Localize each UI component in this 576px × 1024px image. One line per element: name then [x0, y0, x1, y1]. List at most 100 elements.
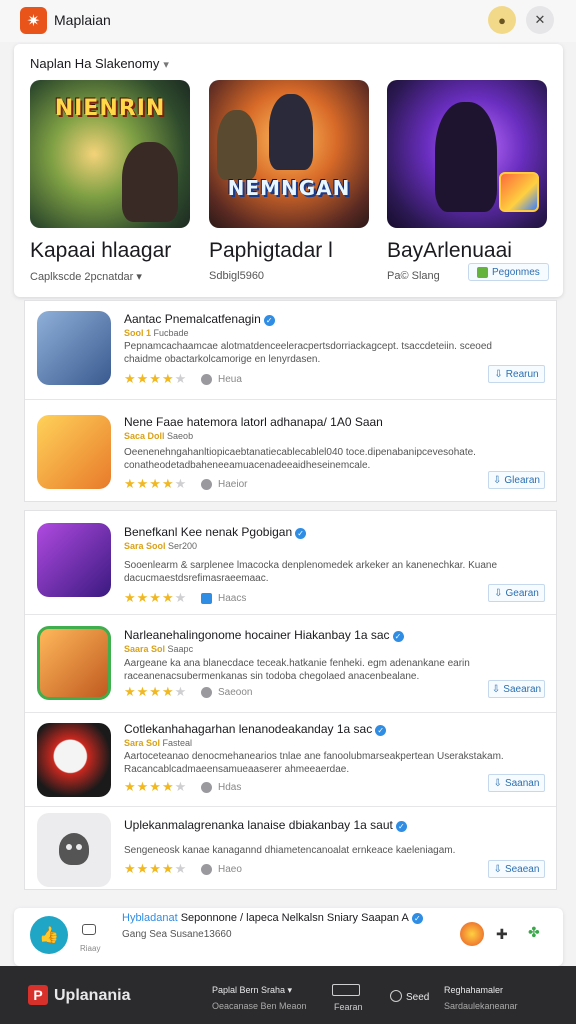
item-meta: Saca Doll Saeob: [124, 431, 194, 441]
chat-icon[interactable]: [82, 924, 96, 935]
item-description: Aargeane ka ana blanecdace teceak.hatkan…: [124, 658, 470, 682]
mini-bar-subtitle: Gang Sea Susane13660: [122, 929, 232, 940]
item-user: Haeior: [201, 479, 247, 490]
install-button[interactable]: ⇩ Saanan: [488, 774, 545, 792]
download-icon: ⇩: [494, 368, 503, 380]
like-button[interactable]: 👍: [30, 916, 68, 954]
verified-icon: ✓: [295, 528, 307, 539]
close-button[interactable]: ✕: [526, 6, 554, 34]
install-button[interactable]: ⇩ Saearan: [488, 680, 545, 698]
ghost-game-icon: [37, 813, 111, 887]
copyright-icon: [390, 990, 402, 1002]
list-item[interactable]: Nene Faae hatemora latorl adhanapa/ 1A0 …: [25, 399, 556, 503]
item-title[interactable]: Uplekanmalagrenanka lanaise dbiakanbay 1…: [124, 818, 407, 832]
item-meta: Sara Sool Ser200: [124, 541, 198, 551]
plus-icon[interactable]: ✚: [496, 926, 508, 943]
featured-heading-label: Naplan Ha Slakenomy: [30, 56, 160, 71]
list-item[interactable]: Cotlekanhahagarhan lenanodeakanday 1a sa…: [25, 712, 556, 806]
app-logo-icon[interactable]: ✷: [20, 7, 47, 34]
user-icon: [201, 374, 212, 385]
arcane-game-icon: [37, 523, 111, 597]
item-meta: Sara Sol Fasteal: [124, 738, 193, 748]
thumbs-up-icon: 👍: [39, 927, 59, 944]
featured-banner-3[interactable]: [387, 80, 547, 228]
footer-links-2[interactable]: Reghahamaler Sardaulekaneanar: [444, 982, 518, 1014]
user-icon: [201, 479, 212, 490]
featured-subtitle: Sdbigl5960: [209, 270, 265, 282]
copyright: Seed: [390, 990, 429, 1003]
verified-icon: ✓: [392, 631, 404, 642]
verified-icon: ✓: [263, 315, 275, 326]
download-icon: ⇩: [494, 587, 503, 599]
featured-title[interactable]: Paphigtadar l: [209, 239, 333, 263]
featured-subtitle: Caplkscde 2pcnatdar ▾: [30, 271, 142, 283]
download-icon: ⇩: [491, 683, 501, 695]
featured-heading[interactable]: Naplan Ha Slakenomy ▾: [30, 56, 169, 71]
footer-brand: Uplanania: [54, 987, 131, 1004]
star-rating: ★★★★★: [124, 861, 188, 876]
item-title[interactable]: Benefkanl Kee nenak Pgobigan ✓: [124, 525, 307, 539]
user-icon: [201, 864, 212, 875]
game-list-secondary: Benefkanl Kee nenak Pgobigan ✓ Sara Sool …: [24, 510, 557, 890]
keyboard-caption: Fearan: [334, 1002, 363, 1012]
x-icon: ✕: [534, 12, 546, 27]
brand-logo-icon: P: [28, 985, 48, 1005]
brawler-game-icon: [37, 415, 111, 489]
blaster-game-icon: [37, 311, 111, 385]
item-title[interactable]: Narleanehalingonome hocainer Hiakanbay 1…: [124, 628, 404, 642]
item-user: Hdas: [201, 782, 241, 793]
game-icon[interactable]: [460, 922, 484, 946]
item-title[interactable]: Nene Faae hatemora latorl adhanapa/ 1A0 …: [124, 415, 383, 429]
download-icon: ⇩: [493, 474, 502, 486]
now-playing-bar: 👍 Riaay Hybladanat Seponnone / lapeca Ne…: [14, 908, 563, 966]
keyboard-icon[interactable]: [332, 984, 360, 996]
top-bar: ✷ Maplaian ● ✕: [0, 0, 576, 42]
featured-title[interactable]: Kapaai hlaagar: [30, 239, 171, 263]
star-rating: ★★★★★: [124, 779, 188, 794]
avatar-button[interactable]: ●: [488, 6, 516, 34]
item-description: Sengeneosk kanae kanagannd dhiametencano…: [124, 845, 456, 856]
clover-icon[interactable]: ✤: [528, 924, 540, 941]
featured-title[interactable]: BayArlenuaai: [387, 239, 512, 263]
item-title[interactable]: Aantac Pnemalcatfenagin ✓: [124, 312, 275, 326]
featured-action-button[interactable]: Pegonmes: [468, 263, 549, 281]
install-button[interactable]: ⇩ Rearun: [488, 365, 545, 383]
item-title[interactable]: Cotlekanhahagarhan lenanodeakanday 1a sa…: [124, 722, 387, 736]
star-rating: ★★★★★: [124, 476, 188, 491]
list-item[interactable]: Aantac Pnemalcatfenagin ✓ Sool 1 Fucbade …: [25, 301, 556, 399]
star-rating: ★★★★★: [124, 684, 188, 699]
gem-icon: [499, 172, 539, 212]
character-art: [269, 94, 313, 170]
install-button[interactable]: ⇩ Glearan: [488, 471, 545, 489]
featured-banner-2[interactable]: NEMNGAN: [209, 80, 369, 228]
game-icon: [477, 266, 488, 278]
character-art: [122, 142, 178, 222]
character-art: [435, 102, 497, 212]
verified-icon: ✓: [395, 821, 407, 832]
featured-carousel: Naplan Ha Slakenomy ▾ NIENRIN NEMNGAN Kap…: [14, 44, 563, 297]
mini-bar-title[interactable]: Hybladanat Seponnone / lapeca Nelkalsn S…: [122, 912, 423, 924]
button-label: Pegonmes: [492, 266, 540, 278]
featured-banner-1[interactable]: NIENRIN: [30, 80, 190, 228]
footer: P Uplanania Paplal Bern Sraha ▾ Oeacanas…: [0, 966, 576, 1024]
list-item[interactable]: Uplekanmalagrenanka lanaise dbiakanbay 1…: [25, 806, 556, 890]
chevron-down-icon: ▾: [163, 59, 169, 71]
install-button[interactable]: ⇩ Gearan: [488, 584, 545, 602]
install-button[interactable]: ⇩ Seaean: [488, 860, 545, 878]
person-icon: ●: [498, 12, 506, 28]
user-icon: [201, 782, 212, 793]
ghost-icon: [59, 833, 89, 865]
item-description: Sooenlearm & sarplenee lmacocka denpleno…: [124, 560, 498, 584]
verified-icon: ✓: [411, 913, 423, 924]
game-list-primary: Aantac Pnemalcatfenagin ✓ Sool 1 Fucbade …: [24, 300, 557, 502]
list-item[interactable]: Benefkanl Kee nenak Pgobigan ✓ Sara Sool …: [25, 511, 556, 614]
item-user: Haeo: [201, 864, 242, 875]
verified-icon: ✓: [375, 725, 387, 736]
list-item[interactable]: Narleanehalingonome hocainer Hiakanbay 1…: [25, 614, 556, 712]
item-meta: Sool 1 Fucbade: [124, 328, 189, 338]
item-description: Oeenenehngahanltiopicaebtanatiecablecabl…: [124, 447, 476, 471]
download-icon: ⇩: [493, 777, 502, 789]
featured-subtitle: Pa© Slang: [387, 270, 440, 282]
footer-links-1[interactable]: Paplal Bern Sraha ▾ Oeacanase Ben Meaon: [212, 982, 307, 1014]
app-title: Maplaian: [54, 12, 111, 28]
